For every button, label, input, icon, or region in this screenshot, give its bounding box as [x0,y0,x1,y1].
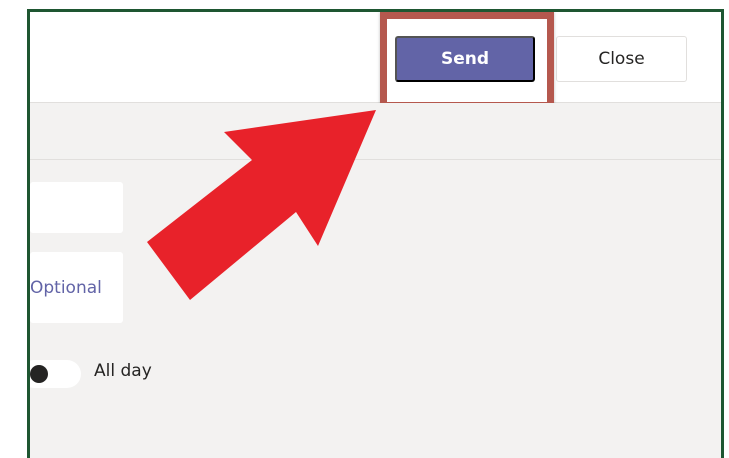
send-highlight-box [380,12,554,109]
dialog-header: Send Close [30,12,721,109]
title-input[interactable] [30,182,123,233]
optional-placeholder: Optional [30,277,102,298]
toolbar-strip [30,103,721,160]
dialog-frame: Send Close Optional All day [27,9,724,458]
all-day-label: All day [94,361,152,381]
all-day-toggle[interactable] [30,360,81,388]
close-button[interactable]: Close [556,36,687,82]
attendees-input[interactable]: Optional [30,252,123,323]
toggle-knob [30,365,48,383]
